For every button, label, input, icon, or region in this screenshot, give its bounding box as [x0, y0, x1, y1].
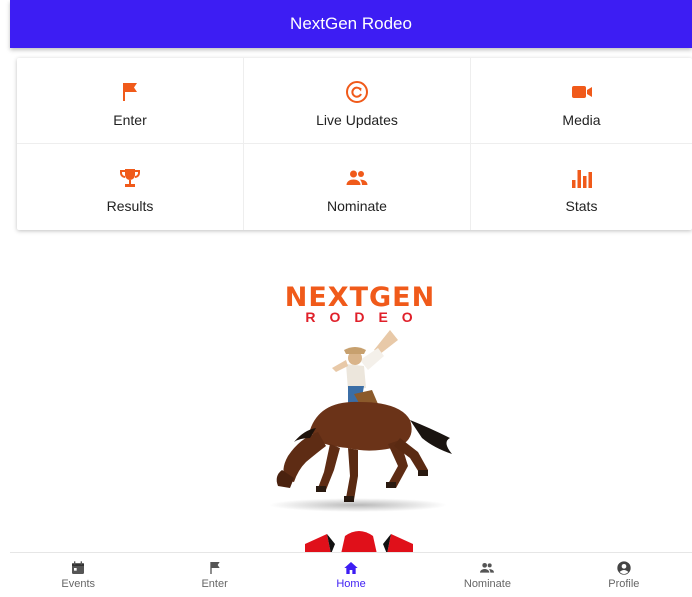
bottom-navigation: Events Enter Home Nominate Profile [10, 552, 692, 597]
tile-live-updates[interactable]: Live Updates [244, 58, 471, 144]
bar-chart-icon [571, 170, 592, 188]
app-title: NextGen Rodeo [290, 14, 412, 33]
people-icon [480, 563, 495, 573]
refresh-circle-icon [346, 81, 368, 103]
tile-label: Results [106, 198, 154, 214]
tile-label: Live Updates [316, 112, 398, 128]
action-grid: Enter Live Updates Media Results Nominat… [17, 58, 692, 230]
nav-label: Nominate [463, 578, 511, 590]
tile-media[interactable]: Media [471, 58, 692, 144]
video-camera-icon [571, 86, 592, 98]
tile-label: Enter [113, 112, 147, 128]
nav-events[interactable]: Events [10, 553, 146, 597]
flag-icon [209, 562, 220, 574]
tile-enter[interactable]: Enter [17, 58, 244, 144]
tile-label: Media [562, 112, 601, 128]
nav-home[interactable]: Home [283, 553, 419, 597]
people-icon [346, 170, 368, 185]
home-icon [344, 562, 358, 574]
account-circle-icon [617, 561, 631, 575]
tile-results[interactable]: Results [17, 144, 244, 230]
calendar-icon [72, 561, 85, 574]
bronc-rider-illustration [276, 330, 452, 502]
nav-nominate[interactable]: Nominate [419, 553, 555, 597]
tile-label: Nominate [327, 198, 387, 214]
nav-label: Home [336, 578, 366, 590]
trophy-icon [120, 169, 140, 187]
flag-icon [123, 83, 137, 101]
tile-label: Stats [565, 198, 598, 214]
nav-label: Profile [608, 578, 640, 590]
app-header: NextGen Rodeo [10, 0, 692, 48]
nav-profile[interactable]: Profile [556, 553, 692, 597]
logo-shadow [268, 498, 448, 512]
nav-label: Enter [201, 578, 228, 590]
tile-nominate[interactable]: Nominate [244, 144, 471, 230]
tile-stats[interactable]: Stats [471, 144, 692, 230]
nav-enter[interactable]: Enter [146, 553, 282, 597]
partial-logo-graphic [305, 531, 413, 554]
nav-label: Events [61, 578, 96, 590]
